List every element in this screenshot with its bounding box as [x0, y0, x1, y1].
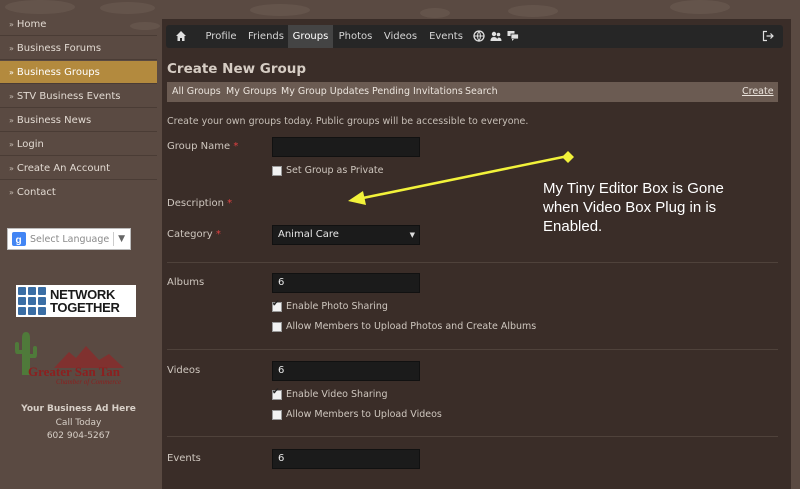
- sidebar-item-label: STV Business Events: [16, 91, 121, 102]
- users-icon[interactable]: [490, 30, 502, 42]
- globe-icon[interactable]: [473, 30, 485, 42]
- logo-line-2: TOGETHER: [50, 300, 120, 315]
- private-checkbox[interactable]: [272, 165, 282, 176]
- albums-label: Albums: [167, 277, 205, 288]
- tab-groups[interactable]: Groups: [288, 25, 333, 48]
- tab-profile[interactable]: Profile: [198, 25, 244, 48]
- members-photos-option[interactable]: Allow Members to Upload Photos and Creat…: [272, 321, 536, 332]
- sidebar-item-label: Business Groups: [16, 67, 100, 78]
- groups-subnav: All Groups My Groups My Group Updates Pe…: [167, 82, 778, 102]
- required-marker: *: [233, 141, 239, 152]
- members-videos-option[interactable]: Allow Members to Upload Videos: [272, 409, 442, 420]
- sidebar-item-contact[interactable]: » Contact: [0, 181, 157, 204]
- category-value: Animal Care: [278, 229, 339, 240]
- events-input[interactable]: 6: [272, 449, 420, 469]
- chamber-subtitle: Chamber of Commerce: [56, 378, 122, 386]
- chat-icon[interactable]: [507, 30, 519, 42]
- group-name-input[interactable]: [272, 137, 420, 157]
- sidebar-item-stv-business-events[interactable]: » STV Business Events: [0, 85, 157, 108]
- private-label: Set Group as Private: [286, 165, 384, 176]
- required-marker: *: [227, 198, 233, 209]
- divider: [113, 232, 115, 246]
- subnav-pending-invitations[interactable]: Pending Invitations: [372, 82, 463, 102]
- tab-videos[interactable]: Videos: [378, 25, 423, 48]
- photo-sharing-option[interactable]: Enable Photo Sharing: [272, 299, 388, 312]
- sidebar-item-business-groups[interactable]: » Business Groups: [0, 61, 157, 84]
- sidebar-item-label: Create An Account: [16, 163, 111, 174]
- sidebar-item-login[interactable]: » Login: [0, 133, 157, 156]
- subnav-all-groups[interactable]: All Groups: [172, 82, 221, 102]
- videos-label: Videos: [167, 365, 201, 376]
- chevron-down-icon: ▼: [118, 234, 125, 244]
- grid-logo-icon: [18, 287, 46, 315]
- sidebar-item-label: Business Forums: [16, 43, 102, 54]
- language-select[interactable]: g Select Language ▼: [7, 228, 131, 250]
- photo-sharing-checkbox[interactable]: [272, 299, 282, 312]
- divider: [167, 349, 778, 350]
- photo-sharing-label: Enable Photo Sharing: [286, 301, 388, 312]
- intro-text: Create your own groups today. Public gro…: [167, 116, 529, 127]
- tab-events[interactable]: Events: [423, 25, 469, 48]
- ad-title: Your Business Ad Here: [21, 404, 136, 414]
- sidebar-item-home[interactable]: » Home: [0, 13, 157, 36]
- tab-friends[interactable]: Friends: [244, 25, 288, 48]
- videos-input[interactable]: 6: [272, 361, 420, 381]
- category-label: Category *: [167, 229, 221, 240]
- members-photos-checkbox[interactable]: [272, 321, 282, 332]
- video-sharing-option[interactable]: Enable Video Sharing: [272, 387, 388, 400]
- sidebar-item-label: Business News: [16, 115, 92, 126]
- top-navbar: Profile Friends Groups Photos Videos Eve…: [166, 25, 783, 48]
- google-translate-icon: g: [12, 232, 26, 246]
- ad-phone: 602 904-5267: [46, 431, 111, 441]
- svg-text:g: g: [16, 235, 22, 246]
- language-select-label: Select Language: [30, 233, 110, 245]
- network-together-logo[interactable]: NETWORK TOGETHER: [16, 285, 136, 317]
- sidebar-item-create-account[interactable]: » Create An Account: [0, 157, 157, 180]
- members-videos-label: Allow Members to Upload Videos: [286, 409, 442, 420]
- logout-icon[interactable]: [762, 30, 774, 42]
- main-content: Profile Friends Groups Photos Videos Eve…: [162, 19, 791, 489]
- tab-photos[interactable]: Photos: [333, 25, 378, 48]
- description-label: Description *: [167, 198, 233, 209]
- albums-input[interactable]: 6: [272, 273, 420, 293]
- subnav-search[interactable]: Search: [465, 82, 498, 102]
- caret-down-icon: ▼: [409, 231, 415, 239]
- video-sharing-label: Enable Video Sharing: [286, 389, 388, 400]
- sidebar-item-business-forums[interactable]: » Business Forums: [0, 37, 157, 60]
- home-icon[interactable]: [175, 30, 187, 42]
- divider: [167, 436, 778, 437]
- annotation-text: My Tiny Editor Box is Gone when Video Bo…: [543, 180, 724, 235]
- sidebar-item-label: Contact: [16, 187, 56, 198]
- page-title: Create New Group: [167, 61, 307, 77]
- greater-san-tan-logo[interactable]: Greater San Tan Chamber of Commerce: [14, 330, 139, 388]
- private-option[interactable]: Set Group as Private: [272, 165, 383, 176]
- subnav-my-groups[interactable]: My Groups: [226, 82, 277, 102]
- category-select[interactable]: Animal Care ▼: [272, 225, 420, 245]
- create-link[interactable]: Create: [742, 82, 774, 102]
- members-videos-checkbox[interactable]: [272, 409, 282, 420]
- sidebar: » Home » Business Forums » Business Groups …: [0, 0, 157, 478]
- sidebar-item-business-news[interactable]: » Business News: [0, 109, 157, 132]
- group-name-label: Group Name *: [167, 141, 239, 152]
- events-label: Events: [167, 453, 201, 464]
- sidebar-item-label: Login: [16, 139, 44, 150]
- sidebar-item-label: Home: [16, 19, 47, 30]
- required-marker: *: [215, 229, 221, 240]
- members-photos-label: Allow Members to Upload Photos and Creat…: [286, 321, 537, 332]
- ad-call: Call Today: [55, 418, 102, 428]
- divider: [167, 262, 778, 263]
- subnav-my-group-updates[interactable]: My Group Updates: [281, 82, 369, 102]
- video-sharing-checkbox[interactable]: [272, 387, 282, 400]
